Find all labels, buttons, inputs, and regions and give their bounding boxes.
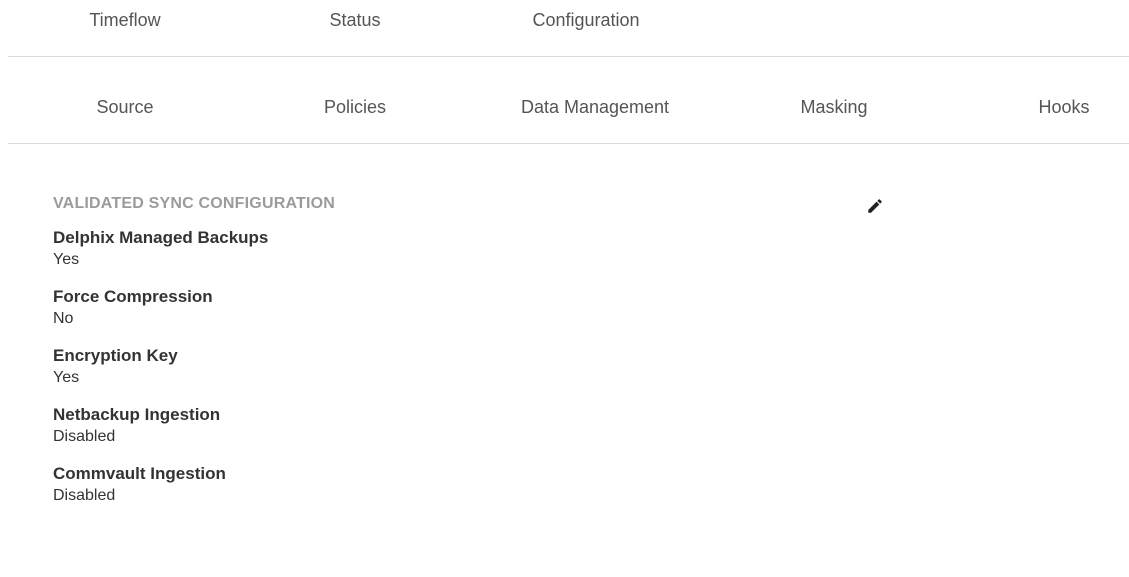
edit-button[interactable] xyxy=(863,194,887,218)
tab-timeflow[interactable]: Timeflow xyxy=(89,10,160,31)
field-label: Commvault Ingestion xyxy=(53,464,226,483)
tab-data-management[interactable]: Data Management xyxy=(521,97,669,118)
field-commvault-ingestion: Commvault Ingestion Disabled xyxy=(53,463,893,507)
field-force-compression: Force Compression No xyxy=(53,286,893,330)
tab-source[interactable]: Source xyxy=(96,97,153,118)
validated-sync-configuration-section: VALIDATED SYNC CONFIGURATION Delphix Man… xyxy=(53,190,893,507)
tab-hooks[interactable]: Hooks xyxy=(1038,97,1089,118)
field-value: Yes xyxy=(53,369,80,386)
tab-configuration[interactable]: Configuration xyxy=(532,10,639,31)
field-label: Force Compression xyxy=(53,287,213,306)
field-delphix-managed-backups: Delphix Managed Backups Yes xyxy=(53,227,893,271)
tab-status[interactable]: Status xyxy=(329,10,380,31)
field-encryption-key: Encryption Key Yes xyxy=(53,345,893,389)
field-value: Yes xyxy=(53,251,80,268)
tab-policies[interactable]: Policies xyxy=(324,97,386,118)
field-label: Netbackup Ingestion xyxy=(53,405,221,424)
secondary-tab-bar: Source Policies Data Management Masking … xyxy=(8,57,1129,144)
pencil-icon xyxy=(868,199,882,213)
field-netbackup-ingestion: Netbackup Ingestion Disabled xyxy=(53,404,893,448)
field-label: Encryption Key xyxy=(53,346,178,365)
primary-tab-bar: Timeflow Status Configuration xyxy=(8,0,1129,57)
section-title: VALIDATED SYNC CONFIGURATION xyxy=(53,195,336,212)
field-label: Delphix Managed Backups xyxy=(53,228,269,247)
tab-masking[interactable]: Masking xyxy=(800,97,867,118)
field-value: No xyxy=(53,310,74,327)
field-list: Delphix Managed Backups Yes Force Compre… xyxy=(53,227,893,507)
field-value: Disabled xyxy=(53,428,116,445)
field-value: Disabled xyxy=(53,487,116,504)
